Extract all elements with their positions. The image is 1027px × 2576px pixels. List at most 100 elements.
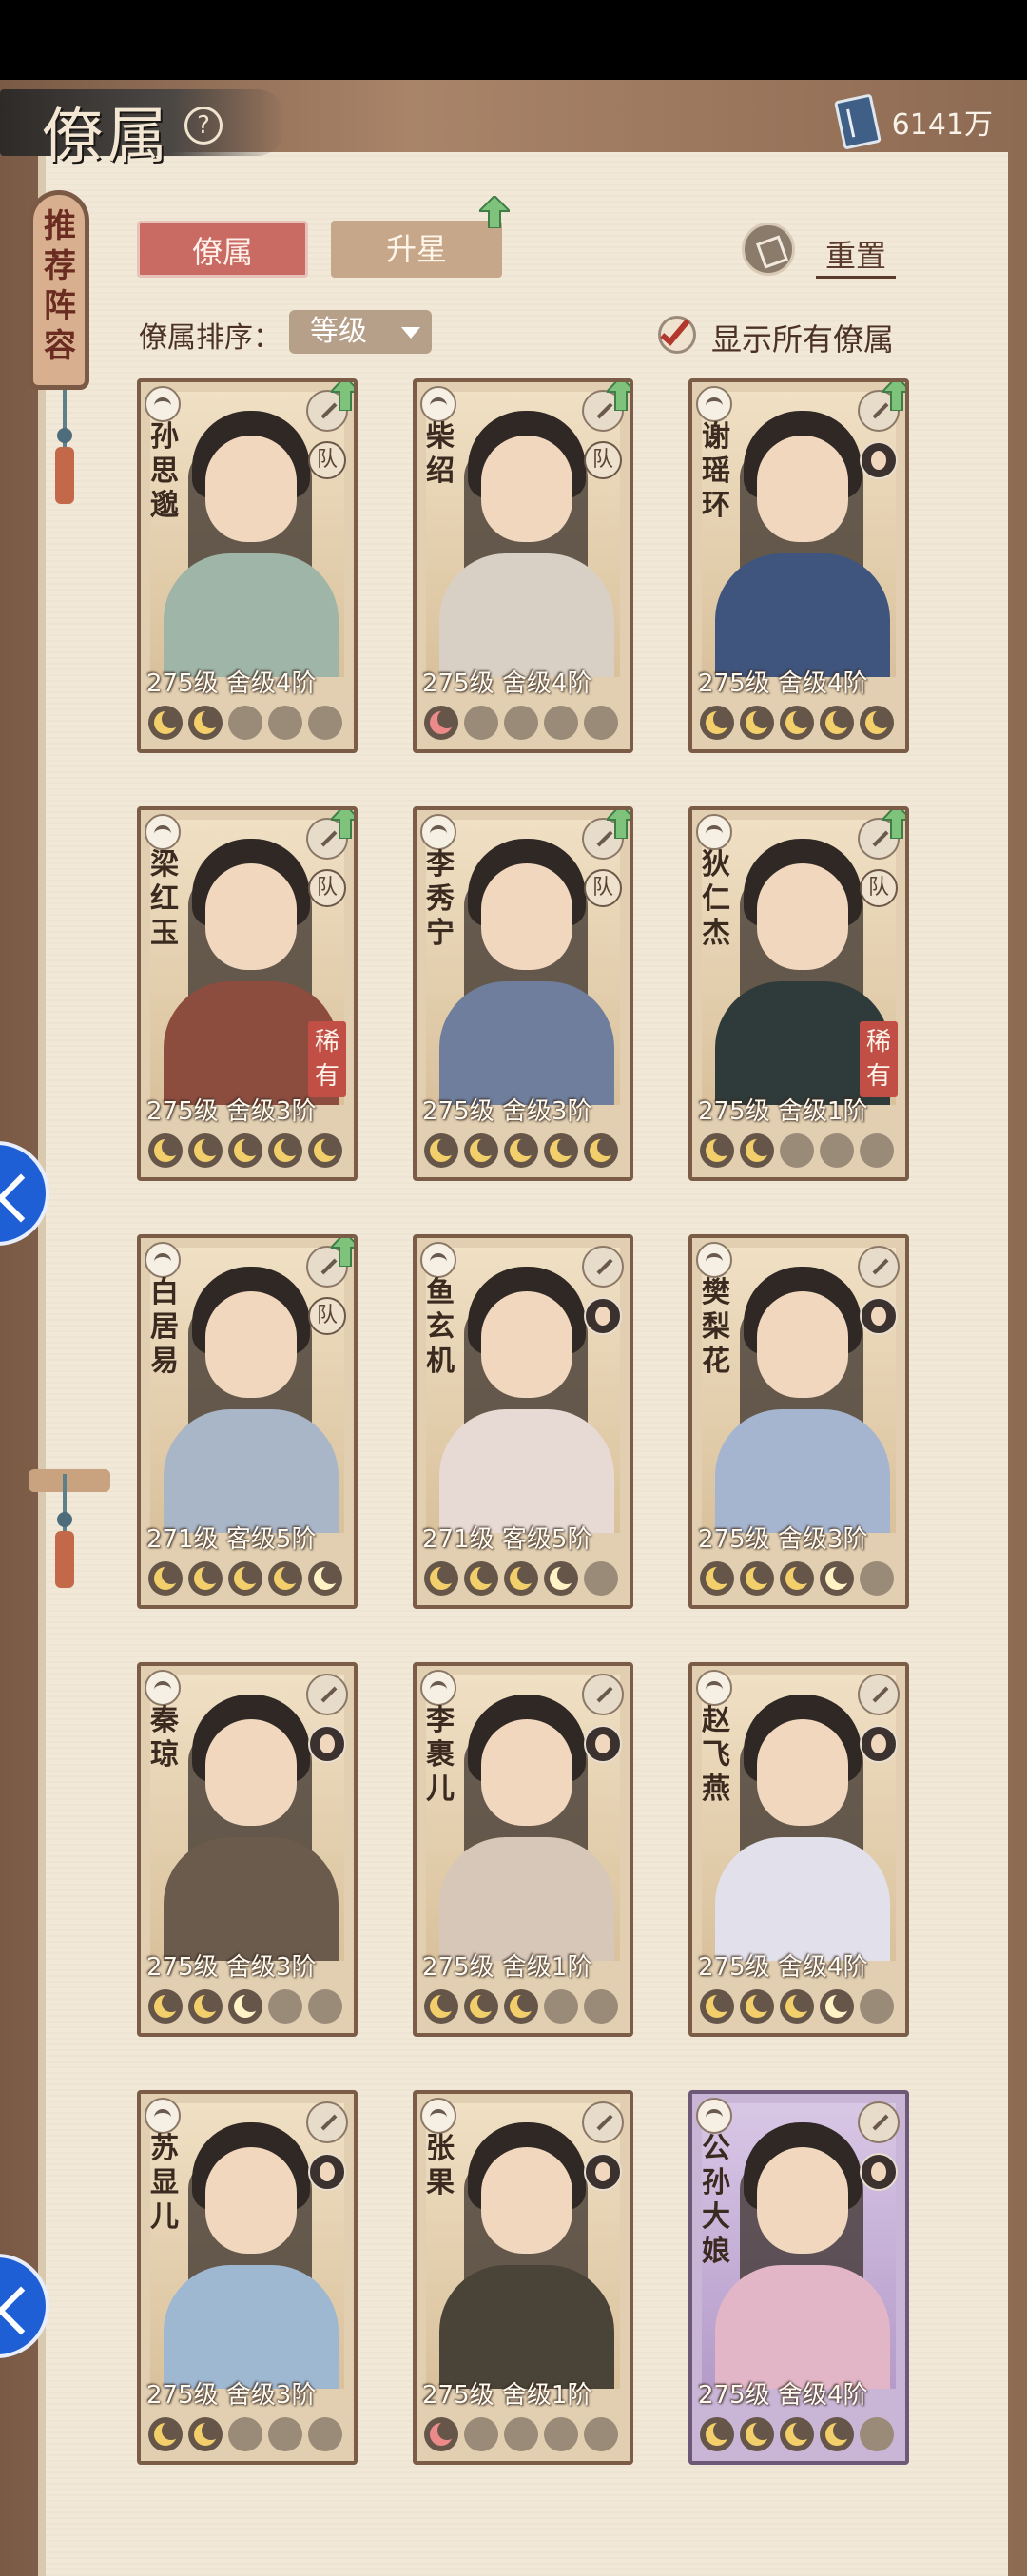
- moon-star-icon: [584, 1133, 618, 1168]
- moon-star-icon: [740, 1561, 774, 1596]
- subordinate-card[interactable]: 谢瑶环 275级 舍级4阶: [688, 378, 909, 753]
- attribute-icon: [582, 2101, 624, 2143]
- moon-star-icon: [268, 1133, 302, 1168]
- bond-avatar-icon: [584, 2153, 622, 2191]
- moon-star-icon: [228, 1133, 262, 1168]
- star-moons: [700, 1561, 900, 1599]
- moon-star-icon: [188, 2417, 223, 2451]
- chevron-down-icon: [401, 327, 420, 339]
- subordinate-card[interactable]: 樊梨花 275级 舍级3阶: [688, 1234, 909, 1609]
- team-badge: 队: [308, 1297, 346, 1335]
- subordinate-card[interactable]: 赵飞燕 275级 舍级4阶: [688, 1662, 909, 2037]
- moon-star-icon: [228, 1561, 262, 1596]
- moon-star-icon: [740, 1133, 774, 1168]
- class-icon: [420, 1670, 456, 1706]
- recommended-lineup-tag[interactable]: 推荐阵容: [29, 190, 89, 390]
- show-all-checkbox[interactable]: [658, 314, 696, 354]
- character-name: 苏显儿: [150, 2132, 179, 2234]
- subordinate-card[interactable]: 李秀宁 队 275级 舍级3阶: [413, 806, 633, 1181]
- status-bar: [0, 0, 1027, 80]
- level-rank-text: 275级 舍级3阶: [422, 1097, 592, 1126]
- moon-star-icon: [860, 2417, 894, 2451]
- moon-star-icon: [464, 1133, 498, 1168]
- character-name: 谢瑶环: [702, 420, 730, 522]
- attribute-icon: [858, 1674, 900, 1715]
- help-circle-icon[interactable]: ?: [184, 107, 223, 145]
- bond-avatar-icon: [584, 1725, 622, 1763]
- bond-avatar-icon: [860, 1725, 898, 1763]
- rarity-tag: 稀有: [308, 1021, 346, 1097]
- moon-star-icon: [780, 706, 814, 740]
- moon-star-icon: [780, 1561, 814, 1596]
- moon-star-icon: [820, 1989, 854, 2024]
- sort-row: 僚属排序： 等级 显示所有僚属: [139, 310, 957, 358]
- subordinate-card[interactable]: 白居易 队 271级 客级5阶: [137, 1234, 358, 1609]
- class-icon: [145, 1670, 181, 1706]
- currency-display[interactable]: 6141万: [833, 93, 993, 150]
- moon-star-icon: [308, 1561, 342, 1596]
- moon-star-icon: [780, 1133, 814, 1168]
- subordinate-card[interactable]: 柴绍 队 275级 舍级4阶: [413, 378, 633, 753]
- moon-star-icon: [780, 1989, 814, 2024]
- upgrade-arrow-icon: [331, 382, 354, 411]
- moon-star-icon: [700, 706, 734, 740]
- subordinate-card[interactable]: 秦琼 275级 舍级3阶: [137, 1662, 358, 2037]
- subordinate-card[interactable]: 张果 275级 舍级1阶: [413, 2090, 633, 2465]
- star-moons: [700, 1133, 900, 1172]
- subordinate-card[interactable]: 苏显儿 275级 舍级3阶: [137, 2090, 358, 2465]
- class-icon: [696, 386, 732, 422]
- subordinate-card[interactable]: 孙思邈 队 275级 舍级4阶: [137, 378, 358, 753]
- level-rank-text: 275级 舍级4阶: [146, 669, 317, 698]
- subordinate-card[interactable]: 狄仁杰 队稀有 275级 舍级1阶: [688, 806, 909, 1181]
- class-icon: [420, 386, 456, 422]
- moon-star-icon: [740, 2417, 774, 2451]
- moon-star-icon: [584, 1561, 618, 1596]
- character-name: 梁红玉: [150, 848, 179, 950]
- class-icon: [696, 2098, 732, 2134]
- character-name: 鱼玄机: [426, 1276, 455, 1378]
- level-rank-text: 271级 客级5阶: [422, 1525, 592, 1554]
- attribute-icon: [858, 1246, 900, 1288]
- moon-star-icon: [544, 1561, 578, 1596]
- moon-star-icon: [700, 1133, 734, 1168]
- moon-star-icon: [584, 706, 618, 740]
- class-icon: [145, 2098, 181, 2134]
- tab-star-up[interactable]: 升星: [331, 221, 502, 278]
- star-moons: [424, 1989, 624, 2027]
- moon-star-icon: [268, 706, 302, 740]
- moon-star-icon: [544, 2417, 578, 2451]
- level-rank-text: 275级 舍级1阶: [422, 2381, 592, 2410]
- character-name: 柴绍: [426, 420, 455, 488]
- moon-star-icon: [308, 1989, 342, 2024]
- upgrade-arrow-icon: [331, 1238, 354, 1267]
- upgrade-arrow-icon: [607, 810, 630, 839]
- subordinate-card[interactable]: 公孙大娘 275级 舍级4阶: [688, 2090, 909, 2465]
- subordinate-card[interactable]: 鱼玄机 271级 客级5阶: [413, 1234, 633, 1609]
- moon-star-icon: [504, 2417, 538, 2451]
- class-icon: [420, 1242, 456, 1278]
- sort-dropdown[interactable]: 等级: [289, 310, 432, 354]
- reset-button[interactable]: 重置: [742, 223, 941, 280]
- moon-star-icon: [504, 706, 538, 740]
- level-rank-text: 275级 舍级1阶: [422, 1953, 592, 1982]
- tab-subordinates[interactable]: 僚属: [137, 221, 308, 278]
- subordinate-card[interactable]: 梁红玉 队稀有 275级 舍级3阶: [137, 806, 358, 1181]
- moon-star-icon: [504, 1989, 538, 2024]
- moon-star-icon: [544, 1133, 578, 1168]
- subordinate-card[interactable]: 李裹儿 275级 舍级1阶: [413, 1662, 633, 2037]
- moon-star-icon: [860, 1989, 894, 2024]
- moon-star-icon: [424, 1561, 458, 1596]
- tassel-decoration-lower: [55, 1474, 74, 1588]
- reset-icon: [742, 223, 795, 276]
- team-badge: 队: [584, 441, 622, 479]
- upgrade-arrow-icon: [607, 382, 630, 411]
- checkmark-icon: [660, 314, 690, 346]
- moon-star-icon: [188, 1989, 223, 2024]
- moon-star-icon: [544, 1989, 578, 2024]
- team-badge: 队: [584, 869, 622, 907]
- character-name: 张果: [426, 2132, 455, 2199]
- moon-star-icon: [700, 1561, 734, 1596]
- moon-star-icon: [424, 2417, 458, 2451]
- class-icon: [420, 2098, 456, 2134]
- star-moons: [148, 2417, 348, 2455]
